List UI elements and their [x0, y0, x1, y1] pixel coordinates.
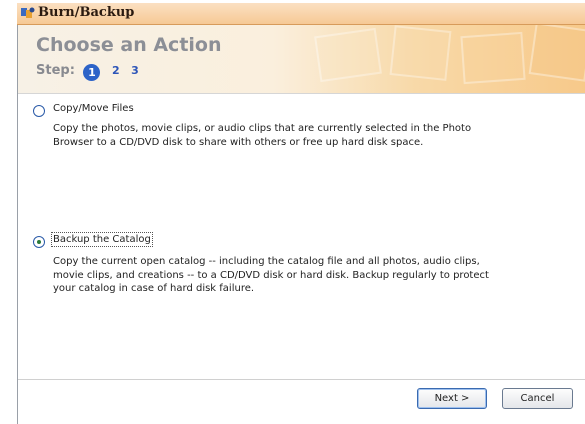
copy-move-label[interactable]: Copy/Move Files [53, 103, 134, 114]
step-3: 3 [131, 64, 139, 77]
step-indicator: Step: 1 2 3 [36, 63, 139, 81]
app-icon [21, 7, 35, 18]
wizard-header: Choose an Action Step: 1 2 3 [18, 25, 585, 93]
step-2: 2 [111, 64, 120, 77]
copy-move-description: Copy the photos, movie clips, or audio c… [53, 123, 472, 148]
cancel-button[interactable]: Cancel [502, 388, 573, 409]
step-1-current: 1 [83, 64, 101, 81]
step-label: Step: [36, 63, 75, 78]
footer-divider [18, 379, 585, 380]
next-button[interactable]: Next > [417, 388, 487, 409]
header-decoration [314, 25, 585, 85]
header-divider [18, 93, 585, 94]
title-bar: Burn/Backup ✕ [17, 3, 585, 25]
window-title: Burn/Backup [38, 5, 135, 20]
dialog-body: Choose an Action Step: 1 2 3 Copy/Move F… [17, 25, 585, 424]
page-title: Choose an Action [36, 34, 222, 56]
backup-catalog-radio[interactable] [33, 236, 45, 248]
copy-move-radio[interactable] [33, 105, 45, 117]
backup-catalog-description: Copy the current open catalog -- includi… [53, 256, 489, 294]
backup-catalog-label[interactable]: Backup the Catalog [51, 232, 153, 247]
